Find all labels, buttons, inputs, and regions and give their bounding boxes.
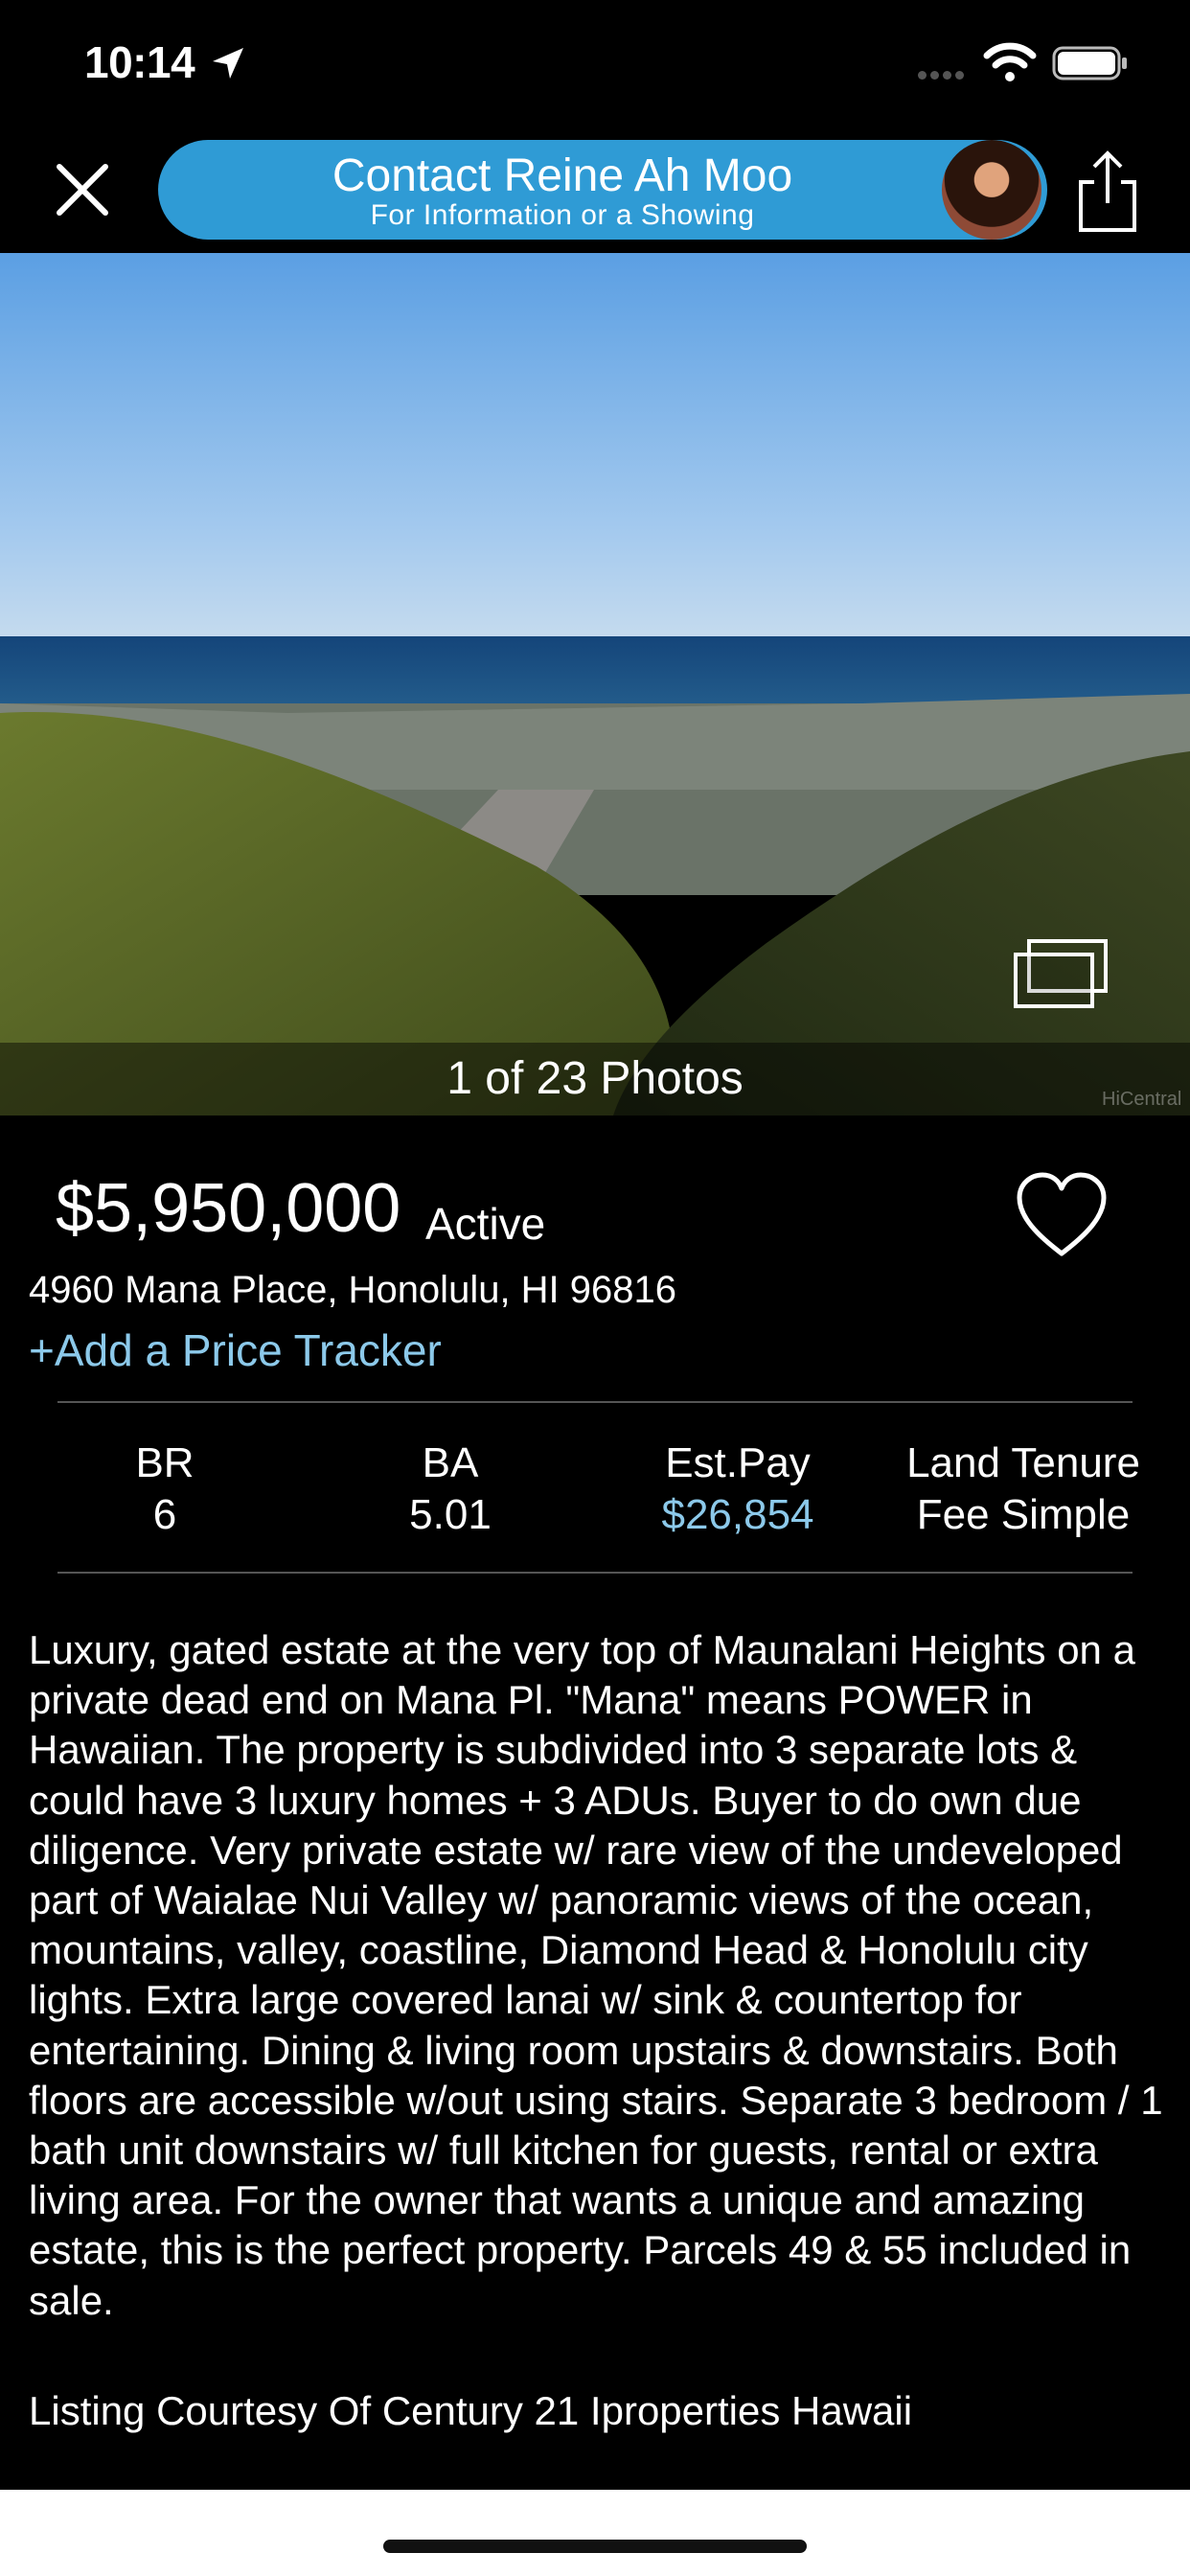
- share-icon[interactable]: [1071, 148, 1144, 236]
- stat-label: BA: [422, 1439, 479, 1486]
- location-arrow-icon: [213, 48, 243, 79]
- stat-bedrooms: BR 6: [21, 1438, 309, 1541]
- heart-icon[interactable]: [1014, 1169, 1110, 1261]
- stat-land-tenure: Land Tenure Fee Simple: [880, 1438, 1167, 1541]
- stat-label: Est.Pay: [665, 1439, 811, 1486]
- listing-address: 4960 Mana Place, Honolulu, HI 96816: [29, 1269, 677, 1311]
- photo-count-label: 1 of 23 Photos: [446, 1053, 744, 1104]
- contact-title: Contact Reine Ah Moo: [332, 150, 793, 201]
- stat-value: 5.01: [409, 1491, 492, 1538]
- contact-subtitle: For Information or a Showing: [370, 199, 755, 231]
- stat-value: 6: [152, 1491, 177, 1538]
- listing-price: $5,950,000: [56, 1170, 401, 1247]
- contact-agent-button[interactable]: Contact Reine Ah Moo For Information or …: [158, 140, 1047, 240]
- stat-label: BR: [135, 1439, 195, 1486]
- home-indicator[interactable]: [383, 2540, 807, 2553]
- listing-courtesy: Listing Courtesy Of Century 21 Iproperti…: [29, 2388, 913, 2433]
- stat-estimated-payment[interactable]: Est.Pay $26,854: [594, 1438, 881, 1541]
- battery-icon: [1052, 46, 1127, 80]
- divider: [57, 1572, 1133, 1574]
- close-button[interactable]: [46, 153, 119, 226]
- agent-avatar: [942, 140, 1041, 240]
- gallery-icon[interactable]: [1012, 937, 1111, 1010]
- stat-label: Land Tenure: [906, 1439, 1140, 1486]
- estimated-payment-link[interactable]: $26,854: [594, 1489, 881, 1541]
- cell-signal-icon: [918, 67, 968, 84]
- wifi-icon: [983, 42, 1037, 81]
- status-time: 10:14: [84, 37, 195, 87]
- divider: [57, 1401, 1133, 1403]
- listing-description: Luxury, gated estate at the very top of …: [29, 1627, 1163, 2323]
- home-indicator-area: [0, 2490, 1190, 2576]
- stat-bathrooms: BA 5.01: [307, 1438, 594, 1541]
- stat-value: Fee Simple: [916, 1491, 1131, 1538]
- add-price-tracker-link[interactable]: +Add a Price Tracker: [29, 1324, 442, 1376]
- photo-watermark: HiCentral: [1102, 1089, 1182, 1110]
- listing-status: Active: [425, 1199, 546, 1249]
